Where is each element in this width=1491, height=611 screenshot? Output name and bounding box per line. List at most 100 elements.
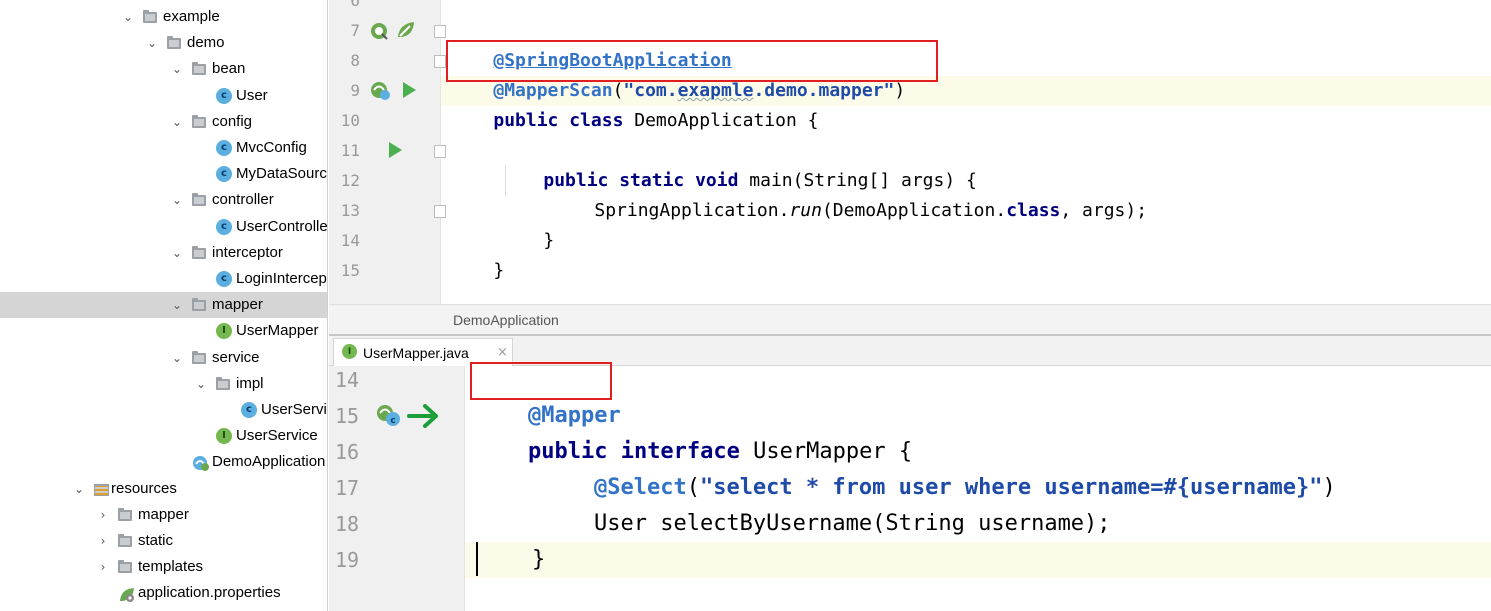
tree-item-resources[interactable]: ⌄ resources — [0, 476, 327, 502]
breadcrumb[interactable]: DemoApplication — [329, 304, 1491, 336]
project-tree[interactable]: ⌄ example ⌄ demo ⌄ bean c User ⌄ config c MvcConfig… — [0, 0, 328, 611]
tree-item-usermapper[interactable]: I UserMapper — [0, 318, 327, 344]
tree-item-logininterceptor[interactable]: cLoginInterceptor — [0, 266, 327, 292]
folder-icon — [167, 36, 181, 49]
code-line-17: User selectByUsername(String username); — [541, 470, 1111, 536]
chevron-down-icon[interactable]: ⌄ — [170, 109, 184, 135]
tree-item-templates[interactable]: › templates — [0, 554, 327, 580]
chevron-down-icon[interactable]: ⌄ — [170, 240, 184, 266]
folder-icon — [118, 534, 132, 547]
tree-item-label: mapper — [138, 506, 189, 523]
chevron-down-icon[interactable]: ⌄ — [145, 30, 159, 56]
tree-item-label: DemoApplication — [212, 453, 326, 470]
class-icon: c — [216, 166, 232, 182]
tree-item-impl[interactable]: ⌄ impl — [0, 371, 327, 397]
current-line-highlight — [465, 542, 1491, 578]
tree-item-userserviceimpl[interactable]: cUserServiceImpl — [0, 397, 327, 423]
tree-item-label: impl — [236, 375, 264, 392]
tree-item-label: controller — [212, 191, 274, 208]
interface-icon: I — [216, 428, 232, 444]
tree-item-label: UserMapper — [236, 322, 319, 339]
code-text: SpringApplication. — [594, 200, 790, 221]
tree-item-bean[interactable]: ⌄ bean — [0, 56, 327, 82]
tree-item-label: MvcConfig — [236, 139, 307, 156]
chevron-right-icon[interactable]: › — [96, 554, 110, 580]
spring-boot-class-icon — [192, 454, 210, 471]
tree-item-label: mapper — [212, 296, 263, 313]
tree-item-service[interactable]: ⌄ service — [0, 345, 327, 371]
class-icon: c — [216, 271, 232, 287]
tab-label: UserMapper.java — [363, 345, 469, 361]
tree-item-label: application.properties — [138, 584, 281, 601]
fold-marker-icon[interactable] — [434, 55, 446, 68]
tree-item-config[interactable]: ⌄ config — [0, 109, 327, 135]
tree-item-example[interactable]: ⌄ example — [0, 4, 327, 30]
tree-item-label: User — [236, 87, 268, 104]
spring-bean-icon[interactable] — [369, 21, 389, 41]
chevron-down-icon[interactable]: ⌄ — [72, 476, 86, 502]
tree-item-userservice[interactable]: I UserService — [0, 423, 327, 449]
fold-marker-icon[interactable] — [434, 205, 446, 218]
folder-icon — [192, 115, 206, 128]
chevron-down-icon[interactable]: ⌄ — [170, 187, 184, 213]
spring-boot-run-icon[interactable] — [369, 80, 393, 102]
line-number: 14 — [335, 368, 360, 392]
interface-icon: I — [216, 323, 232, 339]
chevron-down-icon[interactable]: ⌄ — [170, 292, 184, 318]
chevron-down-icon[interactable]: ⌄ — [121, 4, 135, 30]
code-text: , args); — [1060, 200, 1148, 221]
tree-item-interceptor[interactable]: ⌄ interceptor — [0, 240, 327, 266]
run-icon[interactable] — [401, 81, 417, 99]
run-main-icon[interactable] — [387, 141, 403, 159]
tree-item-demoapplication[interactable]: DemoApplication — [0, 449, 327, 475]
fold-marker-icon[interactable] — [434, 145, 446, 158]
code-line-14: } — [450, 226, 504, 281]
code-text: User selectByUsername(String username); — [593, 511, 1111, 536]
code-line-13: } — [500, 196, 554, 251]
class-icon: c — [216, 219, 232, 235]
indent-guide — [505, 166, 506, 196]
line-number: 6 — [350, 0, 360, 10]
tree-item-demo[interactable]: ⌄ demo — [0, 30, 327, 56]
code-text: DemoApplication { — [623, 110, 819, 131]
chevron-down-icon[interactable]: ⌄ — [194, 371, 208, 397]
tree-item-application-properties[interactable]: application.properties — [0, 580, 327, 606]
paren: ) — [1322, 475, 1336, 500]
code-text: } — [543, 230, 555, 251]
spring-leaf-icon[interactable] — [395, 19, 417, 41]
tree-item-controller[interactable]: ⌄ controller — [0, 187, 327, 213]
editor-user-mapper[interactable]: 14 15 16 17 18 19 c @Mapper public inter… — [329, 362, 1491, 611]
folder-icon — [143, 10, 157, 23]
chevron-right-icon[interactable]: › — [96, 502, 110, 528]
line-number: 18 — [335, 512, 360, 536]
chevron-right-icon[interactable]: › — [96, 528, 110, 554]
tree-item-usercontroller[interactable]: c UserController — [0, 214, 327, 240]
tree-item-label: templates — [138, 558, 204, 575]
line-number: 19 — [335, 548, 360, 572]
tree-item-mvcconfig[interactable]: c MvcConfig — [0, 135, 327, 161]
spring-bean-icon[interactable]: c — [375, 402, 403, 430]
folder-icon — [216, 377, 230, 390]
tree-item-user[interactable]: c User — [0, 83, 327, 109]
tree-item-static[interactable]: › static — [0, 528, 327, 554]
chevron-down-icon[interactable]: ⌄ — [170, 345, 184, 371]
tree-item-mydatasource[interactable]: c MyDataSource — [0, 161, 327, 187]
tree-item-label: config — [212, 113, 253, 130]
tree-item-mapper[interactable]: ⌄ mapper — [0, 292, 327, 318]
editor-demo-application[interactable]: 6 7 8 9 10 11 12 13 14 15 @SpringBootApp… — [329, 0, 1491, 304]
class-icon: c — [241, 402, 257, 418]
tree-item-label: resources — [111, 480, 177, 497]
tree-item-label: example — [163, 8, 220, 25]
tree-item-mapper[interactable]: › mapper — [0, 502, 327, 528]
folder-icon — [192, 62, 206, 75]
method-name: run — [789, 200, 822, 221]
chevron-down-icon[interactable]: ⌄ — [170, 56, 184, 82]
highlight-box-mapperscan — [446, 40, 938, 82]
class-icon: c — [216, 88, 232, 104]
line-number: 10 — [340, 111, 360, 130]
fold-marker-icon[interactable] — [434, 25, 446, 38]
breadcrumb-item[interactable]: DemoApplication — [453, 305, 559, 336]
line-number: 8 — [350, 51, 360, 70]
navigate-arrow-icon[interactable] — [407, 402, 441, 430]
text-caret — [476, 542, 478, 576]
